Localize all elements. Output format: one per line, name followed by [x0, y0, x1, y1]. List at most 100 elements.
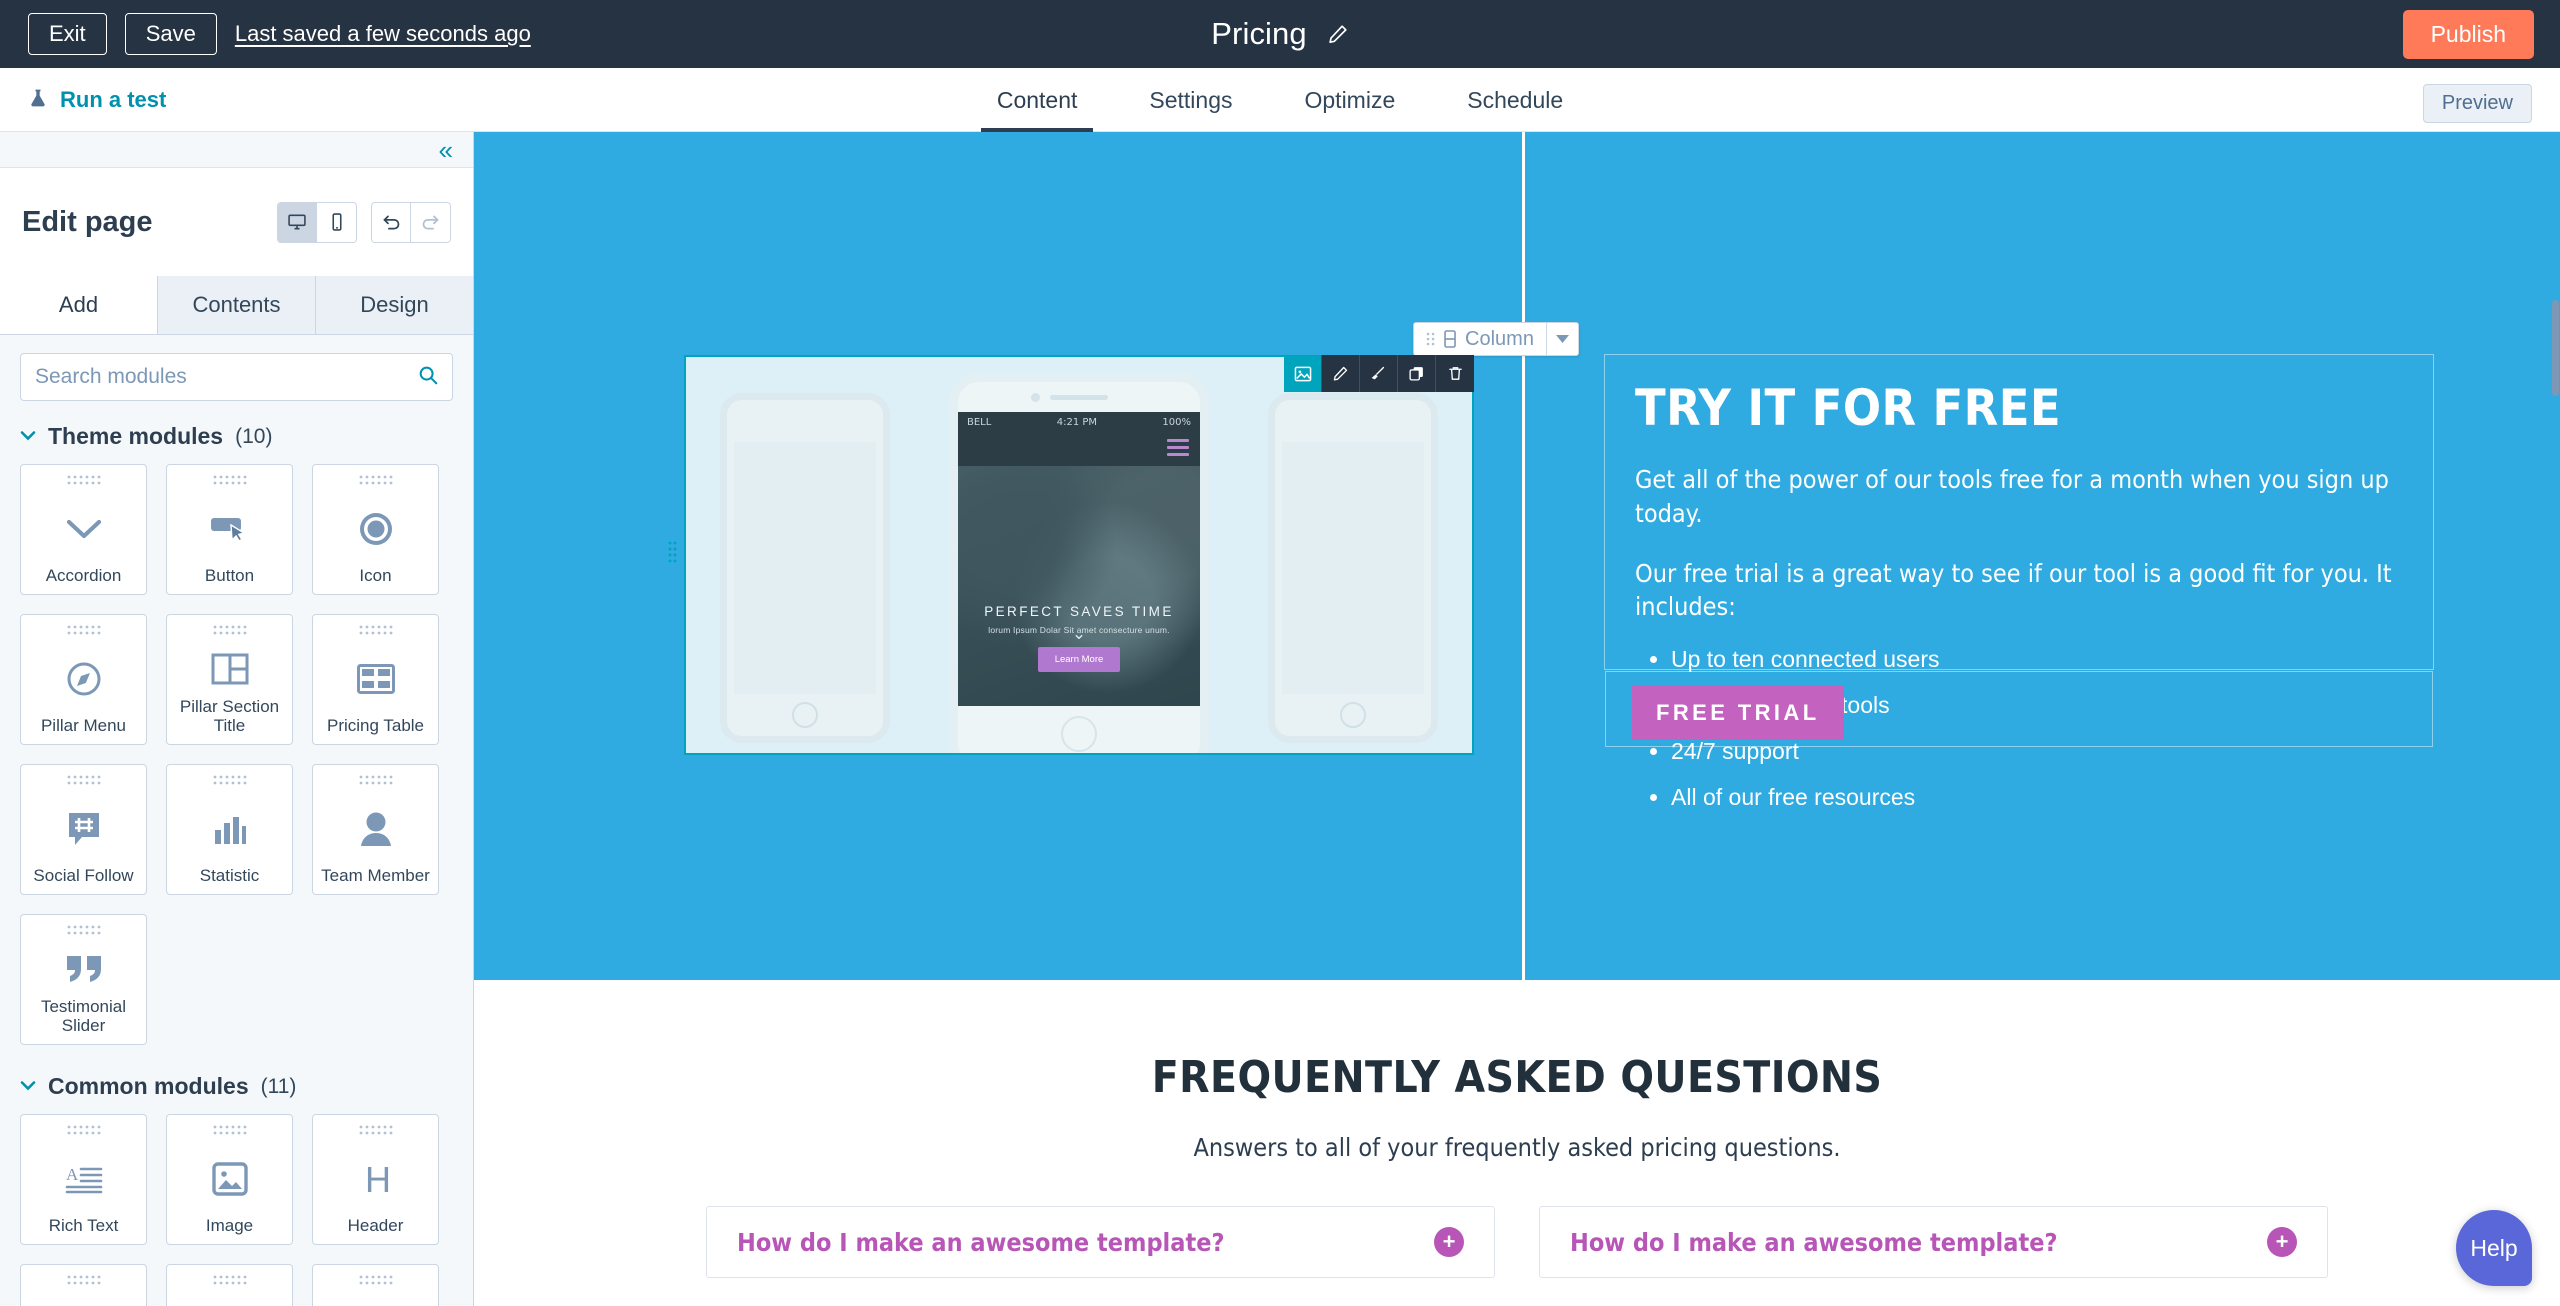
- group-count: (11): [260, 1074, 297, 1098]
- module-tile-statistic[interactable]: Statistic: [166, 764, 293, 895]
- module-toolbar: [1284, 355, 1474, 392]
- sidebar-collapse-button[interactable]: «: [0, 132, 473, 168]
- sidebar-tabs: Add Contents Design: [0, 276, 473, 335]
- drag-dots-icon: [67, 1125, 100, 1135]
- group-count: (10): [235, 424, 273, 448]
- plus-circle-icon[interactable]: +: [1434, 1227, 1464, 1257]
- help-button[interactable]: Help: [2456, 1210, 2532, 1286]
- preview-button[interactable]: Preview: [2422, 84, 2532, 123]
- rich-text-icon: A: [21, 1141, 146, 1216]
- phone-carrier: BELL: [967, 416, 992, 428]
- tab-optimize[interactable]: Optimize: [1269, 68, 1432, 132]
- faq-item[interactable]: How do I make an awesome template? +: [1539, 1206, 2328, 1278]
- tab-schedule[interactable]: Schedule: [1431, 68, 1599, 132]
- drag-dots-icon: [67, 925, 100, 935]
- sidebar-title: Edit page: [22, 205, 153, 238]
- module-tile-accordion[interactable]: Accordion: [20, 464, 147, 595]
- sidebar-tab-add[interactable]: Add: [0, 276, 158, 334]
- module-tile-testimonial-slider[interactable]: Testimonial Slider: [20, 914, 147, 1045]
- person-icon: [313, 791, 438, 866]
- chevron-down-icon: [20, 1079, 36, 1094]
- bar-chart-icon: [167, 791, 292, 866]
- phone-mockup-image: BELL 4:21 PM 100% PERFECT SAVES TIME lor…: [686, 357, 1472, 753]
- drag-handle-icon[interactable]: [668, 540, 677, 570]
- group-header-theme-modules[interactable]: Theme modules (10): [20, 423, 453, 450]
- module-tile-folder[interactable]: [312, 1264, 439, 1306]
- top-bar: Exit Save Last saved a few seconds ago P…: [0, 0, 2560, 68]
- top-bar-right-group: Publish: [2402, 0, 2534, 68]
- group-header-common-modules[interactable]: Common modules (11): [20, 1073, 453, 1100]
- module-tile-label: Pricing Table: [326, 716, 425, 736]
- hero-section: Column BELL 4:21 PM 100% PERFECT SAVES T…: [474, 132, 2560, 980]
- module-tile-header[interactable]: H Header: [312, 1114, 439, 1245]
- mobile-icon[interactable]: [317, 202, 356, 242]
- last-saved-link[interactable]: Last saved a few seconds ago: [235, 21, 531, 47]
- canvas-scrollbar[interactable]: [2552, 300, 2559, 396]
- layout-panels-icon: [167, 641, 292, 697]
- drag-dots-icon: [359, 1125, 392, 1135]
- module-tile-team-member[interactable]: Team Member: [312, 764, 439, 895]
- column-badge-caret[interactable]: [1545, 323, 1578, 355]
- button-cursor-icon: [167, 491, 292, 566]
- sub-nav-tabs: Content Settings Optimize Schedule: [0, 68, 2560, 132]
- exit-button[interactable]: Exit: [28, 12, 107, 56]
- column-badge[interactable]: Column: [1413, 322, 1579, 356]
- tab-content[interactable]: Content: [961, 68, 1114, 132]
- group-title: Theme modules: [48, 423, 224, 449]
- module-tile-pillar-menu[interactable]: Pillar Menu: [20, 614, 147, 745]
- list-item: All of our free resources: [1671, 784, 2433, 811]
- publish-button[interactable]: Publish: [2402, 9, 2534, 59]
- faq-question: How do I make an awesome template?: [737, 1227, 1225, 1257]
- hero-text-module[interactable]: TRY IT FOR FREE Get all of the power of …: [1604, 354, 2434, 810]
- module-tile-pillar-section-title[interactable]: Pillar Section Title: [166, 614, 293, 745]
- phone-time: 4:21 PM: [1056, 416, 1098, 428]
- search-modules-wrap: [20, 353, 453, 401]
- module-tile-social-follow[interactable]: Social Follow: [20, 764, 147, 895]
- search-icon[interactable]: [417, 364, 439, 390]
- module-tile-rich-text[interactable]: A Rich Text: [20, 1114, 147, 1245]
- redo-icon[interactable]: [411, 202, 450, 242]
- desktop-icon[interactable]: [278, 202, 317, 242]
- chevron-down-icon: [20, 429, 36, 444]
- paintbrush-icon[interactable]: [1360, 355, 1398, 392]
- phone-battery: 100%: [1162, 416, 1191, 428]
- drag-dots-icon: [359, 1275, 392, 1285]
- image-icon[interactable]: [1284, 355, 1322, 392]
- drag-dots-icon: [67, 475, 100, 485]
- phone-screen: BELL 4:21 PM 100% PERFECT SAVES TIME lor…: [958, 412, 1200, 706]
- module-tile-label: Icon: [359, 566, 392, 586]
- heading-h-icon: H: [313, 1141, 438, 1216]
- search-input[interactable]: [20, 353, 453, 401]
- module-tile-button-rounded[interactable]: [20, 1264, 147, 1306]
- module-tile-icon[interactable]: Icon: [312, 464, 439, 595]
- pencil-icon[interactable]: [1327, 23, 1349, 45]
- drag-dots-icon: [213, 1125, 246, 1135]
- trash-icon[interactable]: [1436, 355, 1474, 392]
- image-module[interactable]: BELL 4:21 PM 100% PERFECT SAVES TIME lor…: [668, 355, 1474, 755]
- sidebar-tab-contents[interactable]: Contents: [158, 276, 316, 334]
- hamburger-icon[interactable]: [1167, 438, 1189, 460]
- chevron-down-icon: [21, 491, 146, 566]
- plus-circle-icon[interactable]: +: [2267, 1227, 2297, 1257]
- phone-cta-button[interactable]: Learn More: [1037, 647, 1121, 672]
- module-tile-form-field[interactable]: [166, 1264, 293, 1306]
- drag-dots-icon: [359, 475, 392, 485]
- sidebar-tab-design[interactable]: Design: [316, 276, 473, 334]
- free-trial-button[interactable]: FREE TRIAL: [1632, 686, 1844, 740]
- faq-heading: FREQUENTLY ASKED QUESTIONS: [1151, 1052, 1883, 1103]
- hero-heading: TRY IT FOR FREE: [1635, 379, 2061, 437]
- save-button[interactable]: Save: [124, 12, 217, 56]
- faq-item[interactable]: How do I make an awesome template? +: [706, 1206, 1495, 1278]
- module-tile-image[interactable]: Image: [166, 1114, 293, 1245]
- phone-nav-bar: [958, 432, 1200, 466]
- page-title: Pricing: [1211, 16, 1307, 51]
- tab-settings[interactable]: Settings: [1113, 68, 1268, 132]
- sidebar-header: Edit page: [0, 168, 473, 276]
- clone-icon[interactable]: [1398, 355, 1436, 392]
- hero-cta-module[interactable]: FREE TRIAL: [1605, 671, 2433, 747]
- module-tile-label: Image: [205, 1216, 254, 1236]
- module-tile-button[interactable]: Button: [166, 464, 293, 595]
- module-tile-pricing-table[interactable]: Pricing Table: [312, 614, 439, 745]
- pencil-icon[interactable]: [1322, 355, 1360, 392]
- undo-icon[interactable]: [372, 202, 411, 242]
